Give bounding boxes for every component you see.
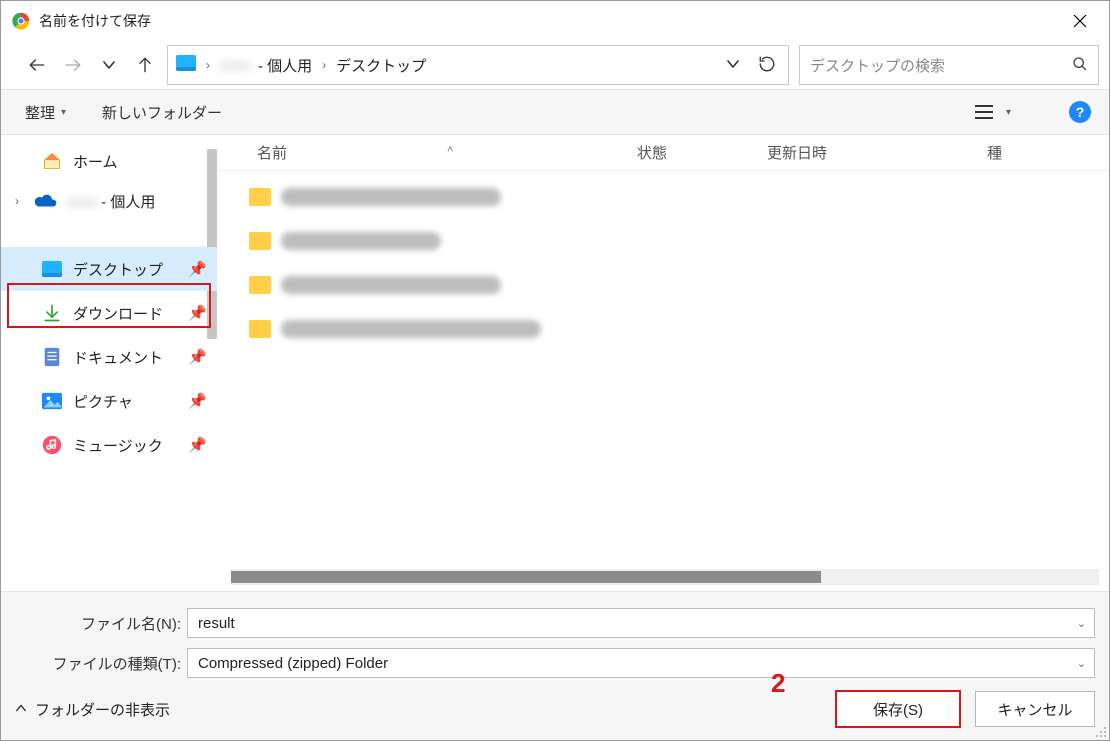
horizontal-scrollbar[interactable] xyxy=(231,569,1099,585)
pin-icon: 📌 xyxy=(188,304,207,322)
cloud-icon xyxy=(35,190,57,212)
pin-icon: 📌 xyxy=(188,392,207,410)
refresh-button[interactable] xyxy=(758,55,776,76)
nav-buttons xyxy=(25,47,157,83)
close-button[interactable] xyxy=(1057,1,1103,41)
folder-icon xyxy=(249,232,271,250)
chevron-down-icon: ▾ xyxy=(61,107,66,118)
sidebar-pictures-label: ピクチャ xyxy=(73,391,178,412)
pictures-icon xyxy=(41,390,63,412)
file-rows xyxy=(217,171,1109,569)
chevron-right-icon: › xyxy=(320,58,328,72)
search-placeholder: デスクトップの検索 xyxy=(810,55,1072,76)
chevron-right-icon: › xyxy=(204,58,212,72)
save-button[interactable]: 保存(S) xyxy=(835,690,961,728)
breadcrumb-dropdown-icon[interactable] xyxy=(726,57,740,74)
sidebar-item-home[interactable]: ホーム xyxy=(1,141,217,181)
sidebar-music-label: ミュージック xyxy=(73,435,178,456)
chevron-down-icon[interactable]: ⌄ xyxy=(1077,617,1086,630)
column-headers: 名前 ˄ 状態 更新日時 種 xyxy=(217,135,1109,171)
search-box[interactable]: デスクトップの検索 xyxy=(799,45,1099,85)
sidebar: ホーム › xxxx - 個人用 デスクトップ 📌 xyxy=(1,135,217,591)
file-row[interactable] xyxy=(217,263,1109,307)
sidebar-downloads-label: ダウンロード xyxy=(73,303,178,324)
sidebar-desktop-label: デスクトップ xyxy=(73,259,178,280)
folder-icon xyxy=(249,188,271,206)
folder-icon xyxy=(249,276,271,294)
organize-label: 整理 xyxy=(25,102,55,123)
pin-icon: 📌 xyxy=(188,260,207,278)
sidebar-documents-label: ドキュメント xyxy=(73,347,178,368)
sidebar-item-desktop[interactable]: デスクトップ 📌 xyxy=(1,247,217,291)
title-bar: 名前を付けて保存 xyxy=(1,1,1109,41)
document-icon xyxy=(41,346,63,368)
forward-button[interactable] xyxy=(61,47,85,83)
breadcrumb[interactable]: › xxxx - 個人用 › デスクトップ xyxy=(167,45,789,85)
sidebar-item-pictures[interactable]: ピクチャ 📌 xyxy=(1,379,217,423)
file-row[interactable] xyxy=(217,175,1109,219)
home-icon xyxy=(41,150,63,172)
download-icon xyxy=(41,302,63,324)
recent-button[interactable] xyxy=(97,47,121,83)
new-folder-button[interactable]: 新しいフォルダー xyxy=(102,102,222,123)
breadcrumb-seg-personal[interactable]: - 個人用 xyxy=(258,55,312,76)
folder-icon xyxy=(249,320,271,338)
hide-folders-label: フォルダーの非表示 xyxy=(35,699,170,720)
desktop-icon xyxy=(41,258,63,280)
filename-label: ファイル名(N): xyxy=(15,613,181,634)
sort-indicator-icon: ˄ xyxy=(447,144,453,156)
filetype-field[interactable]: Compressed (zipped) Folder ⌄ xyxy=(187,648,1095,678)
body: 1 ホーム › xxxx - 個人用 xyxy=(1,135,1109,591)
pin-icon: 📌 xyxy=(188,348,207,366)
window-title: 名前を付けて保存 xyxy=(39,11,151,31)
back-button[interactable] xyxy=(25,47,49,83)
sidebar-item-music[interactable]: ミュージック 📌 xyxy=(1,423,217,467)
music-icon xyxy=(41,434,63,456)
sidebar-item-onedrive[interactable]: › xxxx - 個人用 xyxy=(1,181,217,221)
filename-value: result xyxy=(198,615,235,632)
chrome-icon xyxy=(11,11,31,31)
save-as-dialog: 名前を付けて保存 xyxy=(0,0,1110,741)
view-options-button[interactable]: ▾ xyxy=(974,104,1011,120)
hide-folders-button[interactable]: フォルダーの非表示 xyxy=(15,699,170,720)
filetype-value: Compressed (zipped) Folder xyxy=(198,655,388,672)
column-type[interactable]: 種 xyxy=(987,142,1109,163)
chevron-down-icon: ▾ xyxy=(1006,107,1011,118)
file-row[interactable] xyxy=(217,307,1109,351)
desktop-icon xyxy=(176,55,196,75)
up-button[interactable] xyxy=(133,47,157,83)
file-list: 名前 ˄ 状態 更新日時 種 xyxy=(217,135,1109,591)
column-status[interactable]: 状態 xyxy=(637,142,767,163)
chevron-down-icon[interactable]: ⌄ xyxy=(1077,657,1086,670)
help-button[interactable]: ? xyxy=(1069,101,1091,123)
toolbar: 整理 ▾ 新しいフォルダー ▾ ? xyxy=(1,89,1109,135)
column-name[interactable]: 名前 ˄ xyxy=(217,142,637,163)
search-icon xyxy=(1072,56,1088,75)
cancel-button[interactable]: キャンセル xyxy=(975,691,1095,727)
sidebar-home-label: ホーム xyxy=(73,151,207,172)
sidebar-onedrive-label: xxxx - 個人用 xyxy=(67,191,207,212)
footer: 2 フォルダーの非表示 保存(S) キャンセル xyxy=(1,688,1109,740)
column-date[interactable]: 更新日時 xyxy=(767,142,987,163)
chevron-right-icon: › xyxy=(15,194,19,208)
filetype-label: ファイルの種類(T): xyxy=(15,653,181,674)
breadcrumb-seg-user[interactable]: xxxx xyxy=(220,57,250,74)
breadcrumb-seg-desktop[interactable]: デスクトップ xyxy=(336,55,426,76)
filename-field[interactable]: result ⌄ xyxy=(187,608,1095,638)
save-form: ファイル名(N): result ⌄ ファイルの種類(T): Compresse… xyxy=(1,591,1109,688)
sidebar-item-documents[interactable]: ドキュメント 📌 xyxy=(1,335,217,379)
file-row[interactable] xyxy=(217,219,1109,263)
pin-icon: 📌 xyxy=(188,436,207,454)
sidebar-item-downloads[interactable]: ダウンロード 📌 xyxy=(1,291,217,335)
organize-button[interactable]: 整理 ▾ xyxy=(25,102,66,123)
chevron-up-icon xyxy=(15,701,27,718)
nav-row: › xxxx - 個人用 › デスクトップ デスクトップの検索 xyxy=(1,41,1109,89)
